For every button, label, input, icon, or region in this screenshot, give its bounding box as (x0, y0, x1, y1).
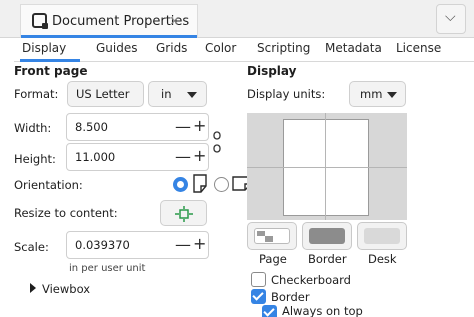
height-value: 11.000 (75, 150, 116, 164)
page-color-button[interactable] (247, 222, 297, 250)
scale-unit-hint: in per user unit (69, 263, 146, 274)
chevron-down-icon (387, 92, 397, 98)
scale-field[interactable]: 0.039370 — + (66, 231, 209, 259)
tab-color[interactable]: Color (205, 41, 236, 55)
border-color-swatch (309, 228, 345, 244)
format-label: Format: (14, 87, 59, 101)
viewbox-label: Viewbox (42, 282, 91, 296)
title-bar: Document Properties × ⌵ (0, 0, 474, 38)
tab-license[interactable]: License (396, 41, 441, 55)
portrait-radio[interactable] (173, 177, 188, 192)
border-color-button[interactable] (302, 222, 352, 250)
link-dimensions-icon[interactable] (212, 131, 222, 153)
height-label: Height: (14, 152, 56, 166)
desk-color-swatch (364, 228, 400, 244)
panel-menu-button[interactable]: ⌵ (436, 4, 466, 34)
decrement-icon[interactable]: — (175, 147, 191, 166)
resize-to-content-button[interactable] (160, 200, 207, 226)
tab-grids[interactable]: Grids (156, 41, 187, 55)
checkerboard-label: Checkerboard (271, 273, 351, 287)
resize-to-content-label: Resize to content: (14, 206, 118, 220)
decrement-icon[interactable]: — (175, 235, 191, 254)
expand-arrow-icon (30, 283, 36, 293)
display-units-label: Display units: (247, 87, 326, 101)
document-properties-icon (32, 13, 48, 29)
tab-metadata[interactable]: Metadata (325, 41, 382, 55)
border-label: Border (271, 290, 310, 304)
page-preview (247, 113, 407, 220)
portrait-page-icon (193, 174, 207, 193)
tab-display[interactable]: Display (22, 41, 66, 55)
orientation-label: Orientation: (14, 178, 83, 192)
display-heading: Display (247, 64, 297, 78)
active-tab-underline (20, 59, 80, 62)
viewbox-expander[interactable]: Viewbox (30, 282, 150, 298)
document-properties-tab[interactable]: Document Properties × (20, 4, 198, 38)
width-label: Width: (14, 121, 52, 135)
format-value: US Letter (76, 87, 130, 101)
format-dropdown[interactable]: US Letter (67, 81, 144, 107)
chevron-down-icon: ⌵ (445, 9, 456, 25)
always-on-top-checkbox[interactable] (262, 305, 277, 317)
decrement-icon[interactable]: — (175, 117, 191, 136)
border-checkbox[interactable] (251, 289, 266, 304)
front-page-heading: Front page (14, 64, 88, 78)
landscape-radio[interactable] (214, 177, 229, 192)
chevron-down-icon (187, 92, 197, 98)
height-field[interactable]: 11.000 — + (66, 143, 209, 171)
desk-color-button[interactable] (357, 222, 407, 250)
desk-swatch-label: Desk (368, 252, 397, 266)
increment-icon[interactable]: + (193, 234, 206, 253)
always-on-top-label: Always on top (282, 304, 363, 317)
display-units-dropdown[interactable]: mm (349, 81, 406, 107)
checker-cell (265, 236, 273, 242)
scale-value: 0.039370 (75, 238, 130, 252)
units-dropdown[interactable]: in (148, 81, 207, 107)
display-units-value: mm (360, 87, 383, 101)
tab-scripting[interactable]: Scripting (257, 41, 310, 55)
border-swatch-label: Border (308, 252, 347, 266)
increment-icon[interactable]: + (193, 116, 206, 135)
page-color-swatch (254, 228, 290, 244)
units-value: in (161, 87, 172, 101)
page-swatch-label: Page (259, 252, 287, 266)
scale-label: Scale: (14, 240, 49, 254)
tab-guides[interactable]: Guides (96, 41, 138, 55)
checkerboard-checkbox[interactable] (251, 272, 266, 287)
checker-cell (257, 231, 265, 236)
close-icon[interactable]: × (169, 14, 180, 29)
section-tabs: Display Guides Grids Color Scripting Met… (14, 38, 474, 62)
width-value: 8.500 (75, 120, 108, 134)
width-field[interactable]: 8.500 — + (66, 113, 209, 141)
increment-icon[interactable]: + (193, 146, 206, 165)
preview-guide-horizontal (247, 167, 407, 168)
resize-to-content-icon (175, 206, 193, 222)
